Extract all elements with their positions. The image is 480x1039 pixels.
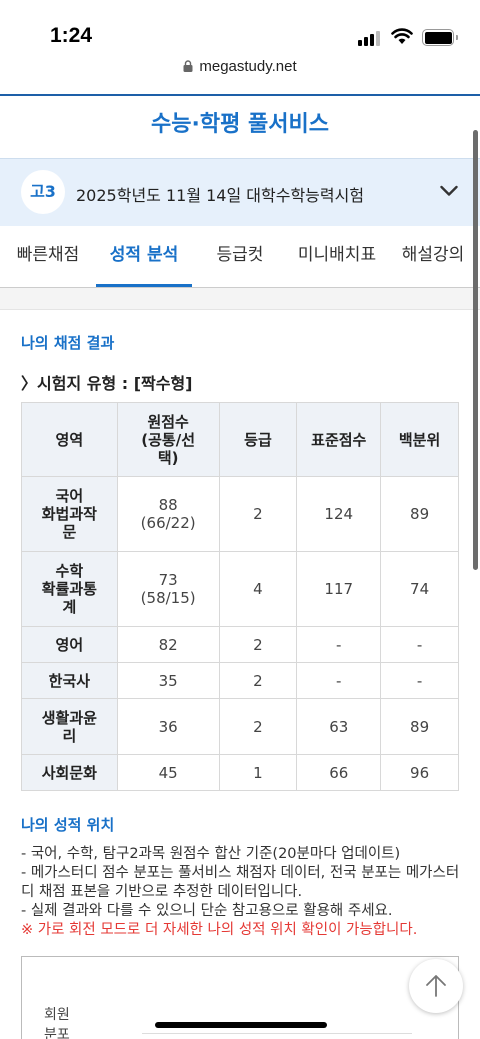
row-grade: 4 (218, 551, 298, 627)
raw-score: 73 (58/15) (140, 571, 196, 607)
row-raw: 35 (116, 662, 220, 699)
note-line: - 국어, 수학, 탐구2과목 원점수 합산 기준(20분마다 업데이트) (21, 846, 401, 862)
table-row: 한국사 35 2 - - (21, 662, 459, 699)
chart-legend-text: 회원 분포 (44, 1007, 70, 1039)
arrow-up-icon (426, 975, 446, 997)
battery-icon (422, 29, 458, 46)
tab-quick-grading[interactable]: 빠른채점 (0, 226, 96, 287)
table-row: 국어 화법과작 문 88 (66/22) 2 124 89 (21, 476, 459, 552)
row-grade: 2 (218, 662, 298, 699)
status-bar: 1:24 (0, 0, 480, 56)
grade-badge: 고3 (21, 170, 65, 214)
tab-bar: 빠른채점 성적 분석 등급컷 미니배치표 해설강의 (0, 226, 480, 288)
table-row: 수학 확률과통 계 73 (58/15) 4 117 74 (21, 551, 459, 627)
tab-grade-cut[interactable]: 등급컷 (192, 226, 288, 287)
table-row: 영어 82 2 - - (21, 626, 459, 663)
row-percentile: 74 (380, 551, 459, 627)
lock-icon (183, 60, 193, 72)
row-raw: 45 (116, 754, 220, 791)
chevron-down-icon[interactable] (440, 185, 458, 197)
chart-legend-label: 회원 분포 (44, 1005, 70, 1039)
col-subject: 영역 (21, 402, 118, 477)
row-percentile: - (380, 662, 459, 699)
url-text: megastudy.net (199, 58, 297, 75)
tab-score-analysis[interactable]: 성적 분석 (96, 226, 192, 287)
chart-gridline (142, 1033, 412, 1034)
row-standard: 124 (296, 476, 382, 552)
raw-score: 35 (158, 671, 178, 690)
address-bar[interactable]: megastudy.net (0, 56, 480, 84)
row-standard: - (296, 626, 382, 663)
row-standard: 63 (296, 698, 382, 755)
row-subject: 국어 화법과작 문 (21, 476, 118, 552)
position-section-title: 나의 성적 위치 (21, 816, 115, 834)
row-raw: 82 (116, 626, 220, 663)
raw-score: 88 (66/22) (140, 496, 196, 532)
subject-label: 한국사 (48, 671, 91, 690)
row-grade: 2 (218, 626, 298, 663)
table-row: 생활과윤 리 36 2 63 89 (21, 698, 459, 755)
row-grade: 2 (218, 698, 298, 755)
tab-mini-placement[interactable]: 미니배치표 (288, 226, 386, 287)
row-standard: - (296, 662, 382, 699)
section-spacer (0, 288, 480, 310)
subject-label: 국어 화법과작 문 (41, 487, 97, 541)
exam-name: 2025학년도 11월 14일 대학수학능력시험 (76, 186, 365, 205)
subject-label: 영어 (55, 635, 84, 654)
row-raw: 36 (116, 698, 220, 755)
rotate-notice: ※ 가로 회전 모드로 더 자세한 나의 성적 위치 확인이 가능합니다. (21, 922, 418, 938)
status-time: 1:24 (50, 24, 93, 47)
row-percentile: 89 (380, 698, 459, 755)
row-subject: 한국사 (21, 662, 118, 699)
scrollbar[interactable] (473, 130, 478, 570)
col-percentile: 백분위 (380, 402, 459, 477)
tab-commentary[interactable]: 해설강의 (386, 226, 480, 287)
row-percentile: 96 (380, 754, 459, 791)
row-standard: 117 (296, 551, 382, 627)
exam-type: 〉시험지 유형 : [짝수형] (21, 374, 193, 393)
row-subject: 수학 확률과통 계 (21, 551, 118, 627)
home-indicator (155, 1022, 327, 1028)
subject-label: 수학 확률과통 계 (41, 562, 97, 616)
col-standard: 표준점수 (296, 402, 382, 477)
position-notes: - 국어, 수학, 탐구2과목 원점수 합산 기준(20분마다 업데이트) - … (21, 845, 461, 940)
table-row: 사회문화 45 1 66 96 (21, 754, 459, 791)
results-section-title: 나의 채점 결과 (21, 334, 115, 352)
wifi-icon (391, 28, 413, 44)
row-percentile: - (380, 626, 459, 663)
row-subject: 사회문화 (21, 754, 118, 791)
scroll-top-button[interactable] (409, 959, 463, 1013)
signal-icon (358, 30, 382, 46)
note-line: - 실제 결과와 다를 수 있으니 단순 참고용으로 활용해 주세요. (21, 903, 393, 919)
exam-selector[interactable]: 고3 2025학년도 11월 14일 대학수학능력시험 (0, 158, 480, 226)
col-raw-score-label: 원점수 (공통/선 택) (141, 412, 195, 467)
row-subject: 생활과윤 리 (21, 698, 118, 755)
row-percentile: 89 (380, 476, 459, 552)
row-grade: 2 (218, 476, 298, 552)
raw-score: 82 (158, 635, 178, 654)
col-grade: 등급 (218, 402, 298, 477)
row-grade: 1 (218, 754, 298, 791)
row-subject: 영어 (21, 626, 118, 663)
page-title: 수능·학평 풀서비스 (151, 112, 329, 137)
col-raw-score: 원점수 (공통/선 택) (116, 402, 220, 477)
subject-label: 생활과윤 리 (41, 708, 97, 745)
row-standard: 66 (296, 754, 382, 791)
row-raw: 88 (66/22) (116, 476, 220, 552)
row-raw: 73 (58/15) (116, 551, 220, 627)
score-table: 영역 원점수 (공통/선 택) 등급 표준점수 백분위 국어 화법과작 문 88… (21, 402, 459, 791)
subject-label: 사회문화 (41, 763, 97, 782)
raw-score: 45 (158, 763, 178, 782)
note-line: - 메가스터디 점수 분포는 풀서비스 채점자 데이터, 전국 분포는 메가스터… (21, 865, 460, 900)
raw-score: 36 (158, 717, 178, 736)
